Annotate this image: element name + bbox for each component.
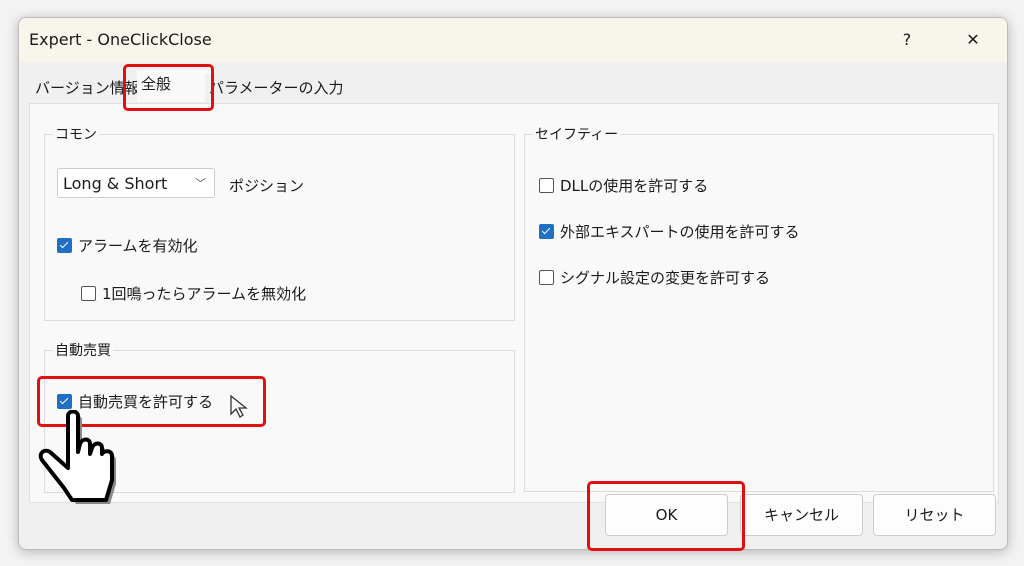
checkbox-unchecked-icon bbox=[81, 286, 96, 301]
allow-dll-checkbox[interactable]: DLLの使用を許可する bbox=[539, 175, 708, 196]
help-button[interactable]: ? bbox=[887, 26, 927, 54]
ok-button[interactable]: OK bbox=[605, 494, 728, 536]
auto-trade-label: 自動売買 bbox=[53, 340, 113, 360]
window-title: Expert - OneClickClose bbox=[29, 30, 212, 49]
common-label: コモン bbox=[53, 124, 99, 144]
safety-group: セイフティー DLLの使用を許可する 外部エキスパートの使用を許可する シグナル… bbox=[524, 124, 994, 492]
title-bar: Expert - OneClickClose ? ✕ bbox=[19, 18, 1007, 62]
allow-dll-label: DLLの使用を許可する bbox=[560, 177, 709, 195]
position-label: ポジション bbox=[229, 177, 305, 195]
safety-label: セイフティー bbox=[533, 124, 621, 144]
tab-version-info[interactable]: バージョン情報 bbox=[31, 74, 144, 102]
position-select-value: Long & Short bbox=[63, 174, 168, 193]
allow-auto-trade-label: 自動売買を許可する bbox=[78, 393, 214, 411]
allow-auto-trade-checkbox[interactable]: 自動売買を許可する bbox=[57, 391, 213, 412]
reset-button[interactable]: リセット bbox=[873, 494, 996, 536]
pointing-hand-icon bbox=[38, 410, 116, 504]
tab-panel: コモン Long & Short ﹀ ポジション アラームを有効化 1回鳴ったらア… bbox=[29, 103, 999, 503]
expert-dialog: Expert - OneClickClose ? ✕ バージョン情報 全般 パラ… bbox=[18, 17, 1008, 550]
cancel-button[interactable]: キャンセル bbox=[740, 494, 863, 536]
common-group: コモン Long & Short ﹀ ポジション アラームを有効化 1回鳴ったらア… bbox=[44, 124, 515, 321]
allow-signal-change-checkbox[interactable]: シグナル設定の変更を許可する bbox=[539, 267, 770, 288]
tab-general[interactable]: 全般 bbox=[137, 70, 215, 102]
allow-external-experts-checkbox[interactable]: 外部エキスパートの使用を許可する bbox=[539, 221, 800, 242]
enable-alert-checkbox[interactable]: アラームを有効化 bbox=[57, 235, 198, 256]
chevron-down-icon: ﹀ bbox=[195, 177, 206, 190]
enable-alert-label: アラームを有効化 bbox=[78, 237, 198, 255]
allow-signal-change-label: シグナル設定の変更を許可する bbox=[560, 269, 771, 287]
disable-alert-once-checkbox[interactable]: 1回鳴ったらアラームを無効化 bbox=[81, 283, 306, 304]
checkbox-checked-icon bbox=[57, 394, 72, 409]
allow-external-experts-label: 外部エキスパートの使用を許可する bbox=[560, 223, 800, 241]
checkbox-unchecked-icon bbox=[539, 178, 554, 193]
checkbox-checked-icon bbox=[539, 224, 554, 239]
close-button[interactable]: ✕ bbox=[953, 26, 993, 54]
mouse-cursor-icon bbox=[230, 394, 248, 418]
checkbox-checked-icon bbox=[57, 238, 72, 253]
position-select[interactable]: Long & Short ﹀ bbox=[57, 168, 215, 198]
disable-alert-once-label: 1回鳴ったらアラームを無効化 bbox=[102, 285, 307, 303]
tab-parameters[interactable]: パラメーターの入力 bbox=[205, 74, 348, 102]
checkbox-unchecked-icon bbox=[539, 270, 554, 285]
